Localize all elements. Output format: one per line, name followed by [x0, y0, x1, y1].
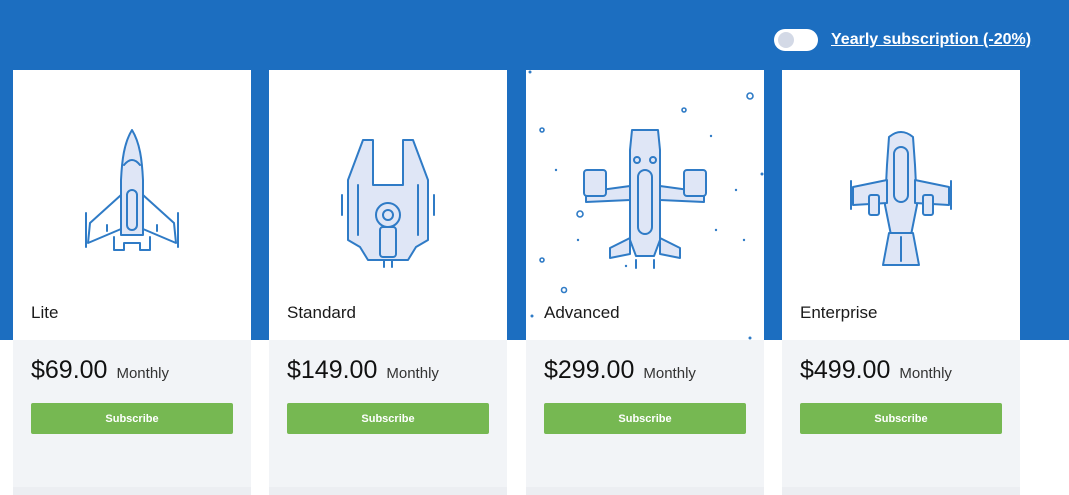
- plan-period: Monthly: [643, 365, 696, 382]
- yearly-subscription-toggle[interactable]: [774, 29, 818, 51]
- plan-card-top: Lite: [13, 70, 251, 340]
- card-bottom-divider: [269, 487, 507, 495]
- yearly-subscription-link[interactable]: Yearly subscription (-20%): [831, 31, 1031, 49]
- toggle-knob: [778, 32, 794, 48]
- lite-spaceship-icon: [85, 129, 179, 251]
- plan-card-standard: Standard $149.00 Monthly Subscribe: [269, 70, 507, 495]
- plan-price: $299.00: [544, 356, 635, 384]
- plan-card-enterprise: Enterprise $499.00 Monthly Subscribe: [782, 70, 1020, 495]
- plan-name: Standard: [287, 303, 356, 322]
- price-row: $499.00 Monthly: [800, 356, 952, 385]
- plan-card-advanced: Advanced $299.00 Monthly Subscribe: [526, 70, 764, 495]
- plan-period: Monthly: [116, 365, 169, 382]
- card-bottom-divider: [526, 487, 764, 495]
- card-bottom-divider: [13, 487, 251, 495]
- advanced-spaceship-icon: [528, 70, 764, 340]
- subscribe-button[interactable]: Subscribe: [800, 403, 1002, 434]
- plan-price: $499.00: [800, 356, 891, 384]
- plan-card-top: Standard: [269, 70, 507, 340]
- plan-card-top: Advanced: [526, 70, 764, 340]
- billing-toggle-group: Yearly subscription (-20%): [774, 28, 1031, 52]
- subscribe-button[interactable]: Subscribe: [287, 403, 489, 434]
- plan-card-lite: Lite $69.00 Monthly Subscribe: [13, 70, 251, 495]
- plan-period: Monthly: [386, 365, 439, 382]
- plan-card-top: Enterprise: [782, 70, 1020, 340]
- plan-name: Enterprise: [800, 303, 878, 322]
- plan-name: Lite: [31, 303, 59, 322]
- enterprise-spaceship-icon: [850, 131, 952, 266]
- subscribe-button[interactable]: Subscribe: [31, 403, 233, 434]
- card-bottom-divider: [782, 487, 1020, 495]
- plan-name: Advanced: [544, 303, 620, 322]
- plan-price: $69.00: [31, 356, 108, 384]
- price-row: $299.00 Monthly: [544, 356, 696, 385]
- price-row: $69.00 Monthly: [31, 356, 169, 385]
- subscribe-button[interactable]: Subscribe: [544, 403, 746, 434]
- standard-spaceship-icon: [341, 139, 435, 268]
- plan-period: Monthly: [899, 365, 952, 382]
- plan-price: $149.00: [287, 356, 378, 384]
- price-row: $149.00 Monthly: [287, 356, 439, 385]
